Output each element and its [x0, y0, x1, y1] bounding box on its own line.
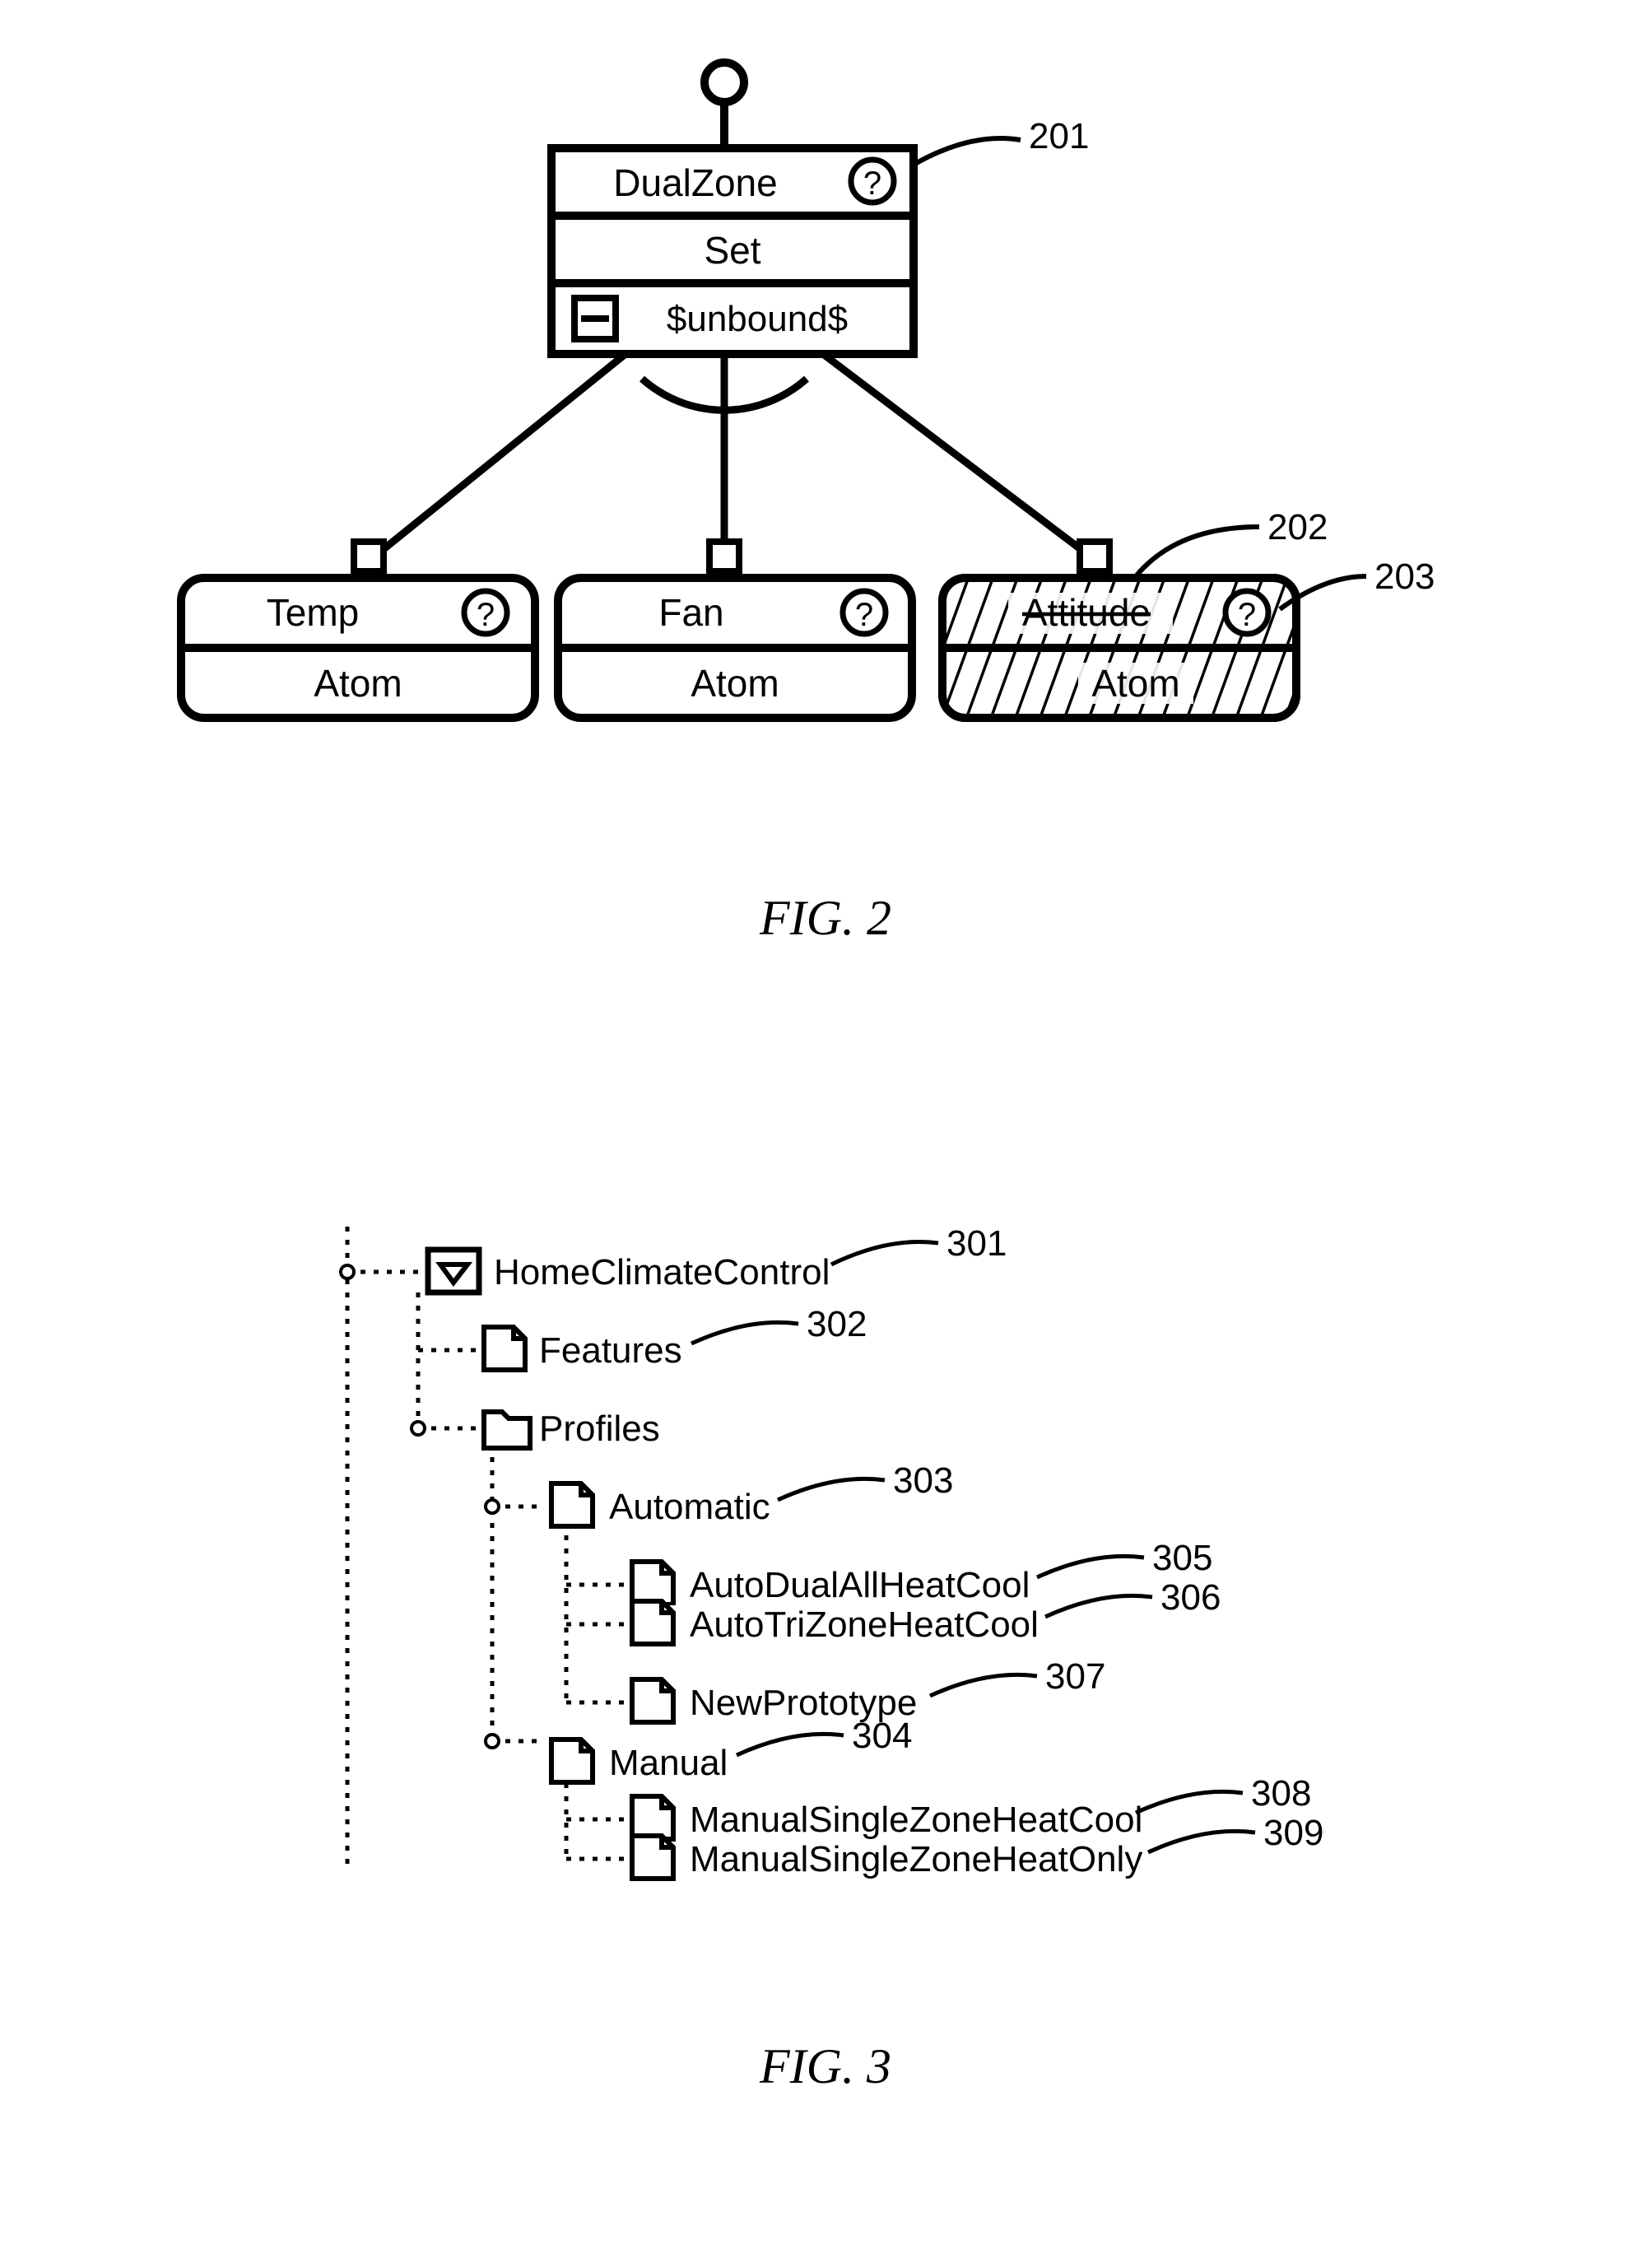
- file-icon: [632, 1562, 673, 1604]
- root-node: DualZone ? Set $unbound$: [551, 148, 914, 354]
- leaf-title: Fan: [658, 591, 723, 634]
- tree-label: AutoDualAllHeatCool: [690, 1565, 1030, 1605]
- svg-text:?: ?: [863, 165, 881, 202]
- callout-202: 202: [1267, 507, 1328, 547]
- callout-201: 201: [1029, 116, 1089, 156]
- tree-dot-icon: [486, 1735, 499, 1748]
- figure-3: HomeClimateControl 301 Features 302 Prof…: [341, 1223, 1323, 2093]
- leaf-fan: Fan ? Atom: [558, 578, 912, 718]
- callout-301: 301: [946, 1223, 1007, 1264]
- file-icon: [632, 1796, 673, 1839]
- figure-3-caption: FIG. 3: [759, 2039, 891, 2093]
- callout-302: 302: [807, 1304, 867, 1344]
- leaf-subtitle: Atom: [314, 662, 402, 705]
- tree-dot-icon: [341, 1265, 354, 1278]
- connector-icon: [1080, 542, 1109, 571]
- tree-man1: ManualSingleZoneHeatCool 308: [632, 1773, 1311, 1840]
- file-icon: [632, 1601, 673, 1644]
- tree-label: Features: [539, 1330, 682, 1371]
- file-icon: [484, 1327, 525, 1370]
- callout-307: 307: [1045, 1656, 1105, 1697]
- leaf-attitude: Attitude ? Atom: [942, 578, 1296, 718]
- leader-line: [1136, 527, 1259, 576]
- callout-203: 203: [1374, 557, 1435, 597]
- figure-2-caption: FIG. 2: [759, 891, 891, 945]
- tree-label: HomeClimateControl: [494, 1252, 830, 1292]
- tree-label: AutoTriZoneHeatCool: [690, 1604, 1039, 1645]
- leaf-subtitle: Atom: [691, 662, 779, 705]
- file-icon: [632, 1679, 673, 1722]
- tree-features: Features 302: [484, 1304, 867, 1371]
- tree-label: Automatic: [609, 1487, 770, 1527]
- callout-305: 305: [1152, 1538, 1212, 1578]
- leader-line: [914, 138, 1021, 165]
- figure-2: DualZone ? Set $unbound$ 201 Temp: [181, 63, 1435, 945]
- tree-root: HomeClimateControl 301: [428, 1223, 1007, 1292]
- callout-303: 303: [893, 1460, 953, 1501]
- leaf-title: Temp: [267, 591, 359, 634]
- file-icon: [632, 1836, 673, 1879]
- root-row3: $unbound$: [667, 299, 848, 339]
- tree-profiles: Profiles: [484, 1409, 660, 1449]
- svg-text:?: ?: [1238, 597, 1256, 633]
- tree-dot-icon: [486, 1500, 499, 1513]
- callout-309: 309: [1263, 1813, 1323, 1853]
- leaf-temp: Temp ? Atom: [181, 578, 535, 718]
- root-title: DualZone: [613, 161, 777, 204]
- tree-dot-icon: [412, 1422, 425, 1435]
- file-icon: [551, 1739, 593, 1782]
- tree-automatic: Automatic 303: [551, 1460, 953, 1527]
- svg-text:?: ?: [477, 597, 495, 633]
- tree-label: ManualSingleZoneHeatOnly: [690, 1839, 1142, 1879]
- tree-label: ManualSingleZoneHeatCool: [690, 1800, 1142, 1840]
- folder-icon: [484, 1412, 530, 1448]
- leaf-subtitle: Atom: [1091, 662, 1179, 705]
- tree-label: Profiles: [539, 1409, 660, 1449]
- leaf-title: Attitude: [1022, 591, 1151, 634]
- callout-304: 304: [852, 1716, 912, 1756]
- connector-icon: [354, 542, 384, 571]
- connector-icon: [709, 542, 739, 571]
- tree-label: Manual: [609, 1743, 728, 1783]
- callout-306: 306: [1160, 1577, 1221, 1618]
- root-row2: Set: [704, 229, 760, 272]
- svg-text:?: ?: [855, 597, 873, 633]
- file-icon: [551, 1483, 593, 1526]
- callout-308: 308: [1251, 1773, 1311, 1814]
